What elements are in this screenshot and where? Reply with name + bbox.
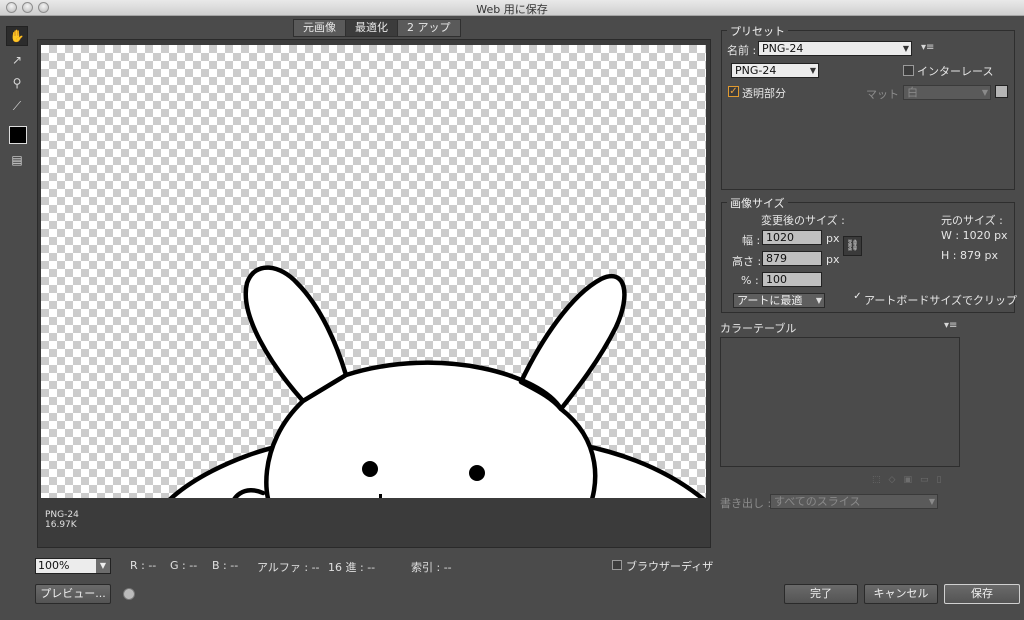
preview-button[interactable]: プレビュー... (35, 584, 111, 604)
tab-optimized[interactable]: 最適化 (346, 20, 398, 36)
constrain-proportions-link-icon[interactable]: ⛓ (843, 236, 862, 256)
image-size-title: 画像サイズ (727, 195, 788, 211)
matte-label: マット : (866, 88, 907, 101)
preset-name-value: PNG-24 (762, 42, 804, 55)
width-label: 幅 : (742, 234, 761, 247)
interlace-label: インターレース (917, 65, 994, 78)
window-titlebar: Web 用に保存 (0, 0, 1024, 16)
height-unit: px (826, 253, 840, 266)
readout-index: 索引 : -- (411, 561, 452, 574)
interlace-checkbox[interactable] (903, 65, 914, 76)
new-size-label: 変更後のサイズ : (761, 214, 845, 227)
color-table-actions: ⬚ ◇ ▣ ▭ ▯ (872, 475, 941, 485)
readout-r: R : -- (130, 559, 157, 572)
zoom-tool-icon[interactable]: ⚲ (6, 73, 28, 93)
readout-hex: 16 進 : -- (328, 561, 376, 574)
original-size-label: 元のサイズ : (941, 214, 1003, 227)
clip-to-artboard-label: アートボードサイズでクリップ (864, 294, 1018, 307)
percent-input[interactable]: 100 (762, 272, 822, 287)
original-width: W : 1020 px (941, 229, 1008, 242)
image-preview-canvas[interactable] (41, 45, 706, 498)
lock-icon: ▣ (903, 475, 912, 485)
cube-icon: ◇ (888, 475, 896, 485)
matte-select[interactable]: 白 ▼ (903, 85, 991, 100)
new-color-icon: ▭ (919, 475, 929, 485)
readout-alpha: アルファ : -- (257, 561, 320, 574)
readout-g: G : -- (170, 559, 198, 572)
resample-quality-value: アートに最適 (737, 294, 803, 307)
chevron-down-icon: ▼ (809, 66, 816, 75)
matte-value: 白 (907, 86, 918, 99)
preview-file-size: 16.97K (45, 520, 77, 530)
eyedropper-tool-icon[interactable]: ⟋ (6, 96, 28, 116)
preview-format: PNG-24 (45, 510, 79, 520)
web-snap-icon: ⬚ (872, 475, 881, 485)
original-height: H : 879 px (941, 249, 998, 262)
browser-globe-icon[interactable] (123, 588, 135, 600)
width-input[interactable]: 1020 (762, 230, 822, 245)
color-table-title: カラーテーブル (720, 322, 797, 335)
window-title: Web 用に保存 (476, 3, 548, 16)
preset-title: プリセット (727, 23, 788, 39)
preset-name-label: 名前 : (727, 44, 757, 57)
readout-b: B : -- (212, 559, 239, 572)
zoom-level-value: 100% (38, 559, 70, 572)
eyedropper-color-swatch[interactable] (9, 126, 27, 144)
chevron-down-icon: ▼ (928, 497, 935, 506)
preset-menu-icon[interactable]: ▾≡ (921, 42, 934, 53)
file-format-select[interactable]: PNG-24 ▼ (731, 63, 819, 78)
clip-to-artboard-checkbox[interactable]: ✓ (852, 292, 863, 303)
preview-pane: PNG-24 16.97K (37, 39, 711, 548)
color-table-menu-icon[interactable]: ▾≡ (944, 320, 957, 331)
color-table-area (720, 337, 960, 467)
slice-select-tool-icon[interactable]: ↗ (6, 50, 28, 70)
chevron-down-icon: ▼ (902, 44, 909, 53)
export-value: すべてのスライス (774, 495, 861, 508)
resample-quality-select[interactable]: アートに最適 ▼ (733, 293, 825, 308)
export-select[interactable]: すべてのスライス ▼ (770, 494, 938, 509)
zoom-level-select[interactable]: 100% ▼ (35, 558, 111, 574)
tab-original[interactable]: 元画像 (294, 20, 346, 36)
toggle-slices-icon[interactable]: ▤ (6, 150, 28, 170)
hand-tool-icon[interactable]: ✋ (6, 26, 28, 46)
matte-color-swatch[interactable] (995, 85, 1008, 98)
height-input[interactable]: 879 (762, 251, 822, 266)
file-format-value: PNG-24 (735, 64, 777, 77)
chevron-down-icon: ▼ (96, 559, 110, 573)
tab-2up[interactable]: 2 アップ (398, 20, 460, 36)
trash-icon: ▯ (936, 475, 942, 485)
save-button[interactable]: 保存 (944, 584, 1020, 604)
chevron-down-icon: ▼ (815, 296, 822, 305)
browser-dither-checkbox[interactable] (612, 560, 622, 570)
export-label: 書き出し : (720, 497, 772, 510)
browser-dither-label: ブラウザーディザ (626, 560, 714, 573)
height-label: 高さ : (732, 255, 762, 268)
cancel-button[interactable]: キャンセル (864, 584, 938, 604)
view-tabs: 元画像 最適化 2 アップ (293, 19, 461, 37)
transparency-label: 透明部分 (742, 87, 786, 100)
done-button[interactable]: 完了 (784, 584, 858, 604)
chevron-down-icon: ▼ (981, 88, 988, 97)
rabbit-illustration (168, 265, 706, 498)
percent-label: % : (741, 274, 759, 287)
preview-format-info: PNG-24 16.97K (45, 510, 79, 530)
width-unit: px (826, 232, 840, 245)
transparency-checkbox[interactable]: ✓ (728, 86, 739, 97)
preset-name-select[interactable]: PNG-24 ▼ (758, 41, 912, 56)
